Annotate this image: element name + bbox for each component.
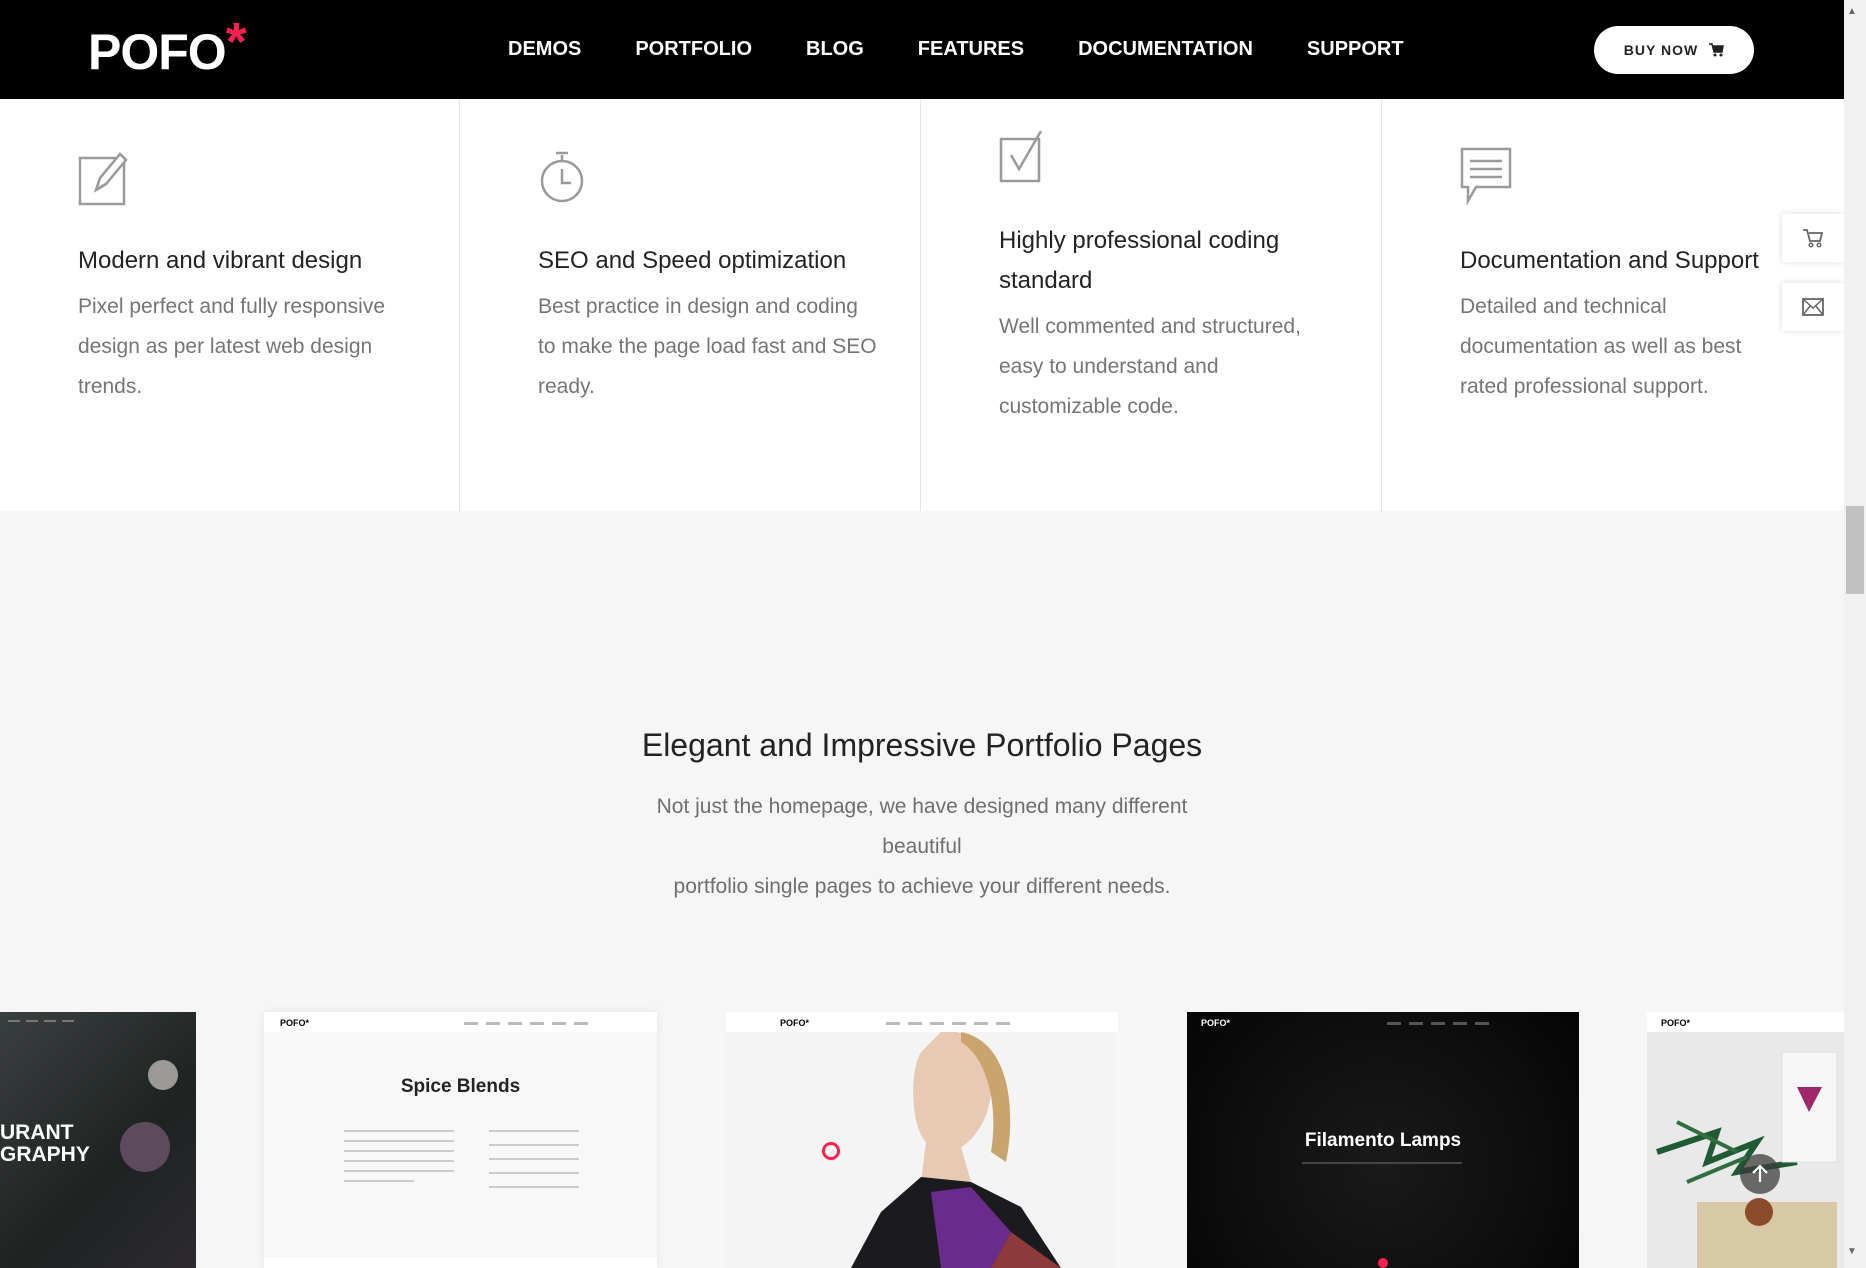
- nav-blog[interactable]: BLOG: [806, 36, 864, 62]
- thumb-heading-line: URANT: [0, 1121, 74, 1144]
- feature-desc: Well commented and structured, easy to u…: [999, 307, 1301, 427]
- logo-asterisk: *: [225, 12, 247, 72]
- feature-desc-line: to make the page load fast and SEO: [538, 335, 877, 358]
- mini-nav: [8, 1020, 74, 1022]
- mini-nav: [886, 1022, 1010, 1025]
- feature-desc-line: Pixel perfect and fully responsive: [78, 295, 385, 318]
- product-photo: [1656, 1051, 1838, 1268]
- portfolio-thumb-product[interactable]: POFO*: [1647, 1012, 1844, 1268]
- checkbox-icon: [999, 130, 1043, 183]
- side-cart-button[interactable]: [1782, 214, 1844, 262]
- scroll-down-arrow-icon[interactable]: ▼: [1847, 1246, 1857, 1257]
- buy-now-label: BUY NOW: [1623, 42, 1699, 58]
- mini-text-block: [344, 1130, 454, 1182]
- portfolio-thumb-filamento[interactable]: POFO* Filamento Lamps: [1187, 1012, 1579, 1268]
- feature-desc-line: rated professional support.: [1460, 375, 1709, 398]
- main-nav: DEMOS PORTFOLIO BLOG FEATURES DOCUMENTAT…: [508, 36, 1458, 62]
- section-desc: Not just the homepage, we have designed …: [622, 787, 1222, 907]
- feature-title: Modern and vibrant design: [78, 247, 363, 274]
- section-desc-line: portfolio single pages to achieve your d…: [673, 875, 1171, 898]
- portfolio-thumb-spice-blends[interactable]: POFO* Spice Blends: [264, 1012, 657, 1268]
- mini-details-block: [489, 1130, 579, 1188]
- feature-desc-line: documentation as well as best: [1460, 335, 1742, 358]
- pofo-logo[interactable]: POFO *: [88, 12, 247, 82]
- nav-support[interactable]: SUPPORT: [1307, 36, 1404, 62]
- scroll-to-top-button[interactable]: [1740, 1154, 1780, 1194]
- features-section: Modern and vibrant design Pixel perfect …: [0, 99, 1844, 511]
- mini-header: [264, 1012, 657, 1032]
- feature-title-line: standard: [999, 267, 1093, 294]
- mail-icon: [1802, 298, 1824, 316]
- logo-text: POFO: [88, 24, 227, 80]
- feature-desc-line: Detailed and technical: [1460, 295, 1667, 318]
- brand-circle-logo: [822, 1142, 840, 1160]
- scroll-up-arrow-icon[interactable]: ▲: [1847, 6, 1857, 17]
- mini-logo: POFO*: [1201, 1018, 1231, 1028]
- feature-card-coding: Highly professional coding standard Well…: [921, 99, 1382, 511]
- feature-desc-line: Best practice in design and coding: [538, 295, 858, 318]
- model-photo: [851, 1032, 1061, 1268]
- mini-logo: POFO*: [780, 1018, 810, 1028]
- nav-portfolio[interactable]: PORTFOLIO: [635, 36, 752, 62]
- thumb-heading-line: GRAPHY: [0, 1143, 90, 1166]
- feature-desc-line: customizable code.: [999, 395, 1179, 418]
- section-desc-line: Not just the homepage, we have designed …: [656, 795, 1188, 858]
- feature-card-support: Documentation and Support Detailed and t…: [1382, 99, 1844, 511]
- buy-now-button[interactable]: BUY NOW: [1594, 26, 1754, 74]
- feature-desc: Detailed and technical documentation as …: [1460, 287, 1741, 407]
- feature-card-seo: SEO and Speed optimization Best practice…: [460, 99, 921, 511]
- portfolio-thumb-restaurant[interactable]: URANT GRAPHY: [0, 1012, 196, 1268]
- feature-title: Highly professional coding standard: [999, 221, 1279, 301]
- arrow-up-icon: [1752, 1164, 1768, 1182]
- feature-card-design: Modern and vibrant design Pixel perfect …: [0, 99, 460, 511]
- slider-dot: [1378, 1258, 1388, 1268]
- nav-documentation[interactable]: DOCUMENTATION: [1078, 36, 1253, 62]
- mini-logo: POFO*: [1661, 1018, 1691, 1028]
- section-title: Elegant and Impressive Portfolio Pages: [641, 727, 1203, 763]
- stopwatch-icon: [540, 151, 584, 203]
- feature-title-line: Highly professional coding: [999, 227, 1280, 254]
- top-navbar: POFO * DEMOS PORTFOLIO BLOG FEATURES DOCU…: [0, 0, 1844, 99]
- mini-nav: [1387, 1022, 1489, 1025]
- decor-onion: [120, 1122, 170, 1172]
- feature-title: SEO and Speed optimization: [538, 247, 847, 274]
- edit-icon: [78, 152, 128, 206]
- mini-subtitle: [1302, 1162, 1462, 1164]
- portfolio-thumb-fashion[interactable]: POFO*: [726, 1012, 1118, 1268]
- nav-demos[interactable]: DEMOS: [508, 36, 581, 62]
- mini-logo: POFO*: [280, 1018, 310, 1028]
- thumb-heading: URANT GRAPHY: [0, 1122, 90, 1166]
- feature-desc-line: Well commented and structured,: [999, 315, 1301, 338]
- portfolio-section: Elegant and Impressive Portfolio Pages N…: [0, 511, 1844, 1268]
- feature-desc: Best practice in design and coding to ma…: [538, 287, 877, 407]
- mini-footer: [264, 1258, 657, 1268]
- feature-desc-line: trends.: [78, 375, 143, 398]
- decor-garlic: [148, 1060, 178, 1090]
- feature-desc-line: design as per latest web design: [78, 335, 373, 358]
- thumb-heading: Spice Blends: [400, 1076, 521, 1097]
- mini-nav: [464, 1022, 588, 1025]
- feature-desc-line: easy to understand and: [999, 355, 1219, 378]
- page-scrollbar[interactable]: [1844, 0, 1866, 1268]
- thumb-heading: Filamento Lamps: [1304, 1130, 1462, 1151]
- cart-icon: [1803, 229, 1824, 248]
- feature-desc-line: ready.: [538, 375, 595, 398]
- feature-desc: Pixel perfect and fully responsive desig…: [78, 287, 385, 407]
- feature-title: Documentation and Support: [1460, 247, 1759, 274]
- scrollbar-thumb[interactable]: [1846, 506, 1864, 594]
- side-mail-button[interactable]: [1782, 283, 1844, 331]
- chat-icon: [1460, 147, 1512, 205]
- cart-icon: [1709, 43, 1725, 57]
- nav-features[interactable]: FEATURES: [918, 36, 1024, 62]
